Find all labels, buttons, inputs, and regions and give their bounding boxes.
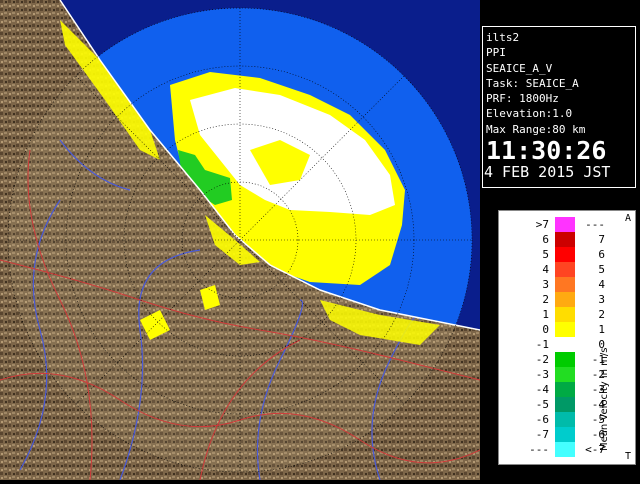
legend-label-left: 6	[542, 233, 549, 246]
legend-label-left: 4	[542, 263, 549, 276]
legend-label-left: -2	[535, 353, 549, 366]
legend-swatch	[555, 262, 575, 277]
task-volume: SEAICE_A_V	[486, 61, 553, 75]
legend-swatch	[555, 397, 575, 412]
legend-label-left: 3	[542, 278, 549, 291]
legend-label-left: -7	[535, 428, 549, 441]
scan-date: 4 FEB 2015 JST	[484, 163, 611, 182]
scan-type: PPI	[486, 46, 506, 60]
legend-label-left: -5	[535, 398, 549, 411]
legend-label-right: 3	[598, 293, 605, 306]
legend-swatch	[555, 292, 575, 307]
legend-swatch	[555, 412, 575, 427]
legend-swatches	[555, 217, 575, 457]
legend-swatch	[555, 307, 575, 322]
legend-bottom-marker: T	[624, 451, 631, 462]
legend-label-left: -6	[535, 413, 549, 426]
legend-label-left: 5	[542, 248, 549, 261]
scan-time: 11:30:26	[486, 136, 607, 166]
legend-label-right: ---	[585, 218, 605, 231]
legend-label-right: 2	[598, 308, 605, 321]
prf-label: PRF: 1800Hz	[486, 92, 559, 106]
legend-label-right: 7	[598, 233, 605, 246]
radar-map-canvas	[0, 0, 481, 480]
legend-swatch	[555, 352, 575, 367]
legend-swatch	[555, 217, 575, 232]
legend-swatch	[555, 367, 575, 382]
legend-label-right: 1	[598, 323, 605, 336]
legend-swatch	[555, 322, 575, 337]
legend-label-left: >7	[535, 218, 549, 231]
velocity-legend: A >7 --- 6 7 5 6 4 5 3 4 2 3 1 2 0 1 -1 0 -2 -1 -3 -2 -4 -3 -5 -4…	[498, 210, 636, 465]
legend-label-left: 2	[542, 293, 549, 306]
legend-swatch	[555, 382, 575, 397]
legend-swatch	[555, 232, 575, 247]
legend-label-right: 6	[598, 248, 605, 261]
legend-swatch	[555, 337, 575, 352]
legend-label-left: -4	[535, 383, 549, 396]
max-range-label: Max Range:80 km	[486, 122, 586, 136]
radar-name: ilts2	[486, 31, 520, 44]
legend-label-right: 4	[598, 278, 605, 291]
elevation-label: Elevation:1.0	[486, 107, 573, 121]
legend-title: Mean Velocity in m/s	[599, 347, 610, 451]
legend-label-right: 5	[598, 263, 605, 276]
legend-swatch	[555, 247, 575, 262]
legend-label-left: ---	[529, 443, 549, 456]
legend-swatch	[555, 442, 575, 457]
scan-info-box: ilts2 PPI SEAICE_A_V Task: SEAICE_A PRF:…	[482, 26, 636, 188]
legend-swatch	[555, 427, 575, 442]
legend-top-marker: A	[624, 213, 631, 224]
radar-ppi-map[interactable]	[0, 0, 481, 480]
legend-label-left: 0	[542, 323, 549, 336]
legend-label-left: -1	[535, 338, 549, 351]
task-label: Task: SEAICE_A	[486, 76, 579, 90]
info-panel: ilts2 PPI SEAICE_A_V Task: SEAICE_A PRF:…	[480, 0, 640, 480]
legend-label-left: -3	[535, 368, 549, 381]
legend-label-left: 1	[542, 308, 549, 321]
legend-swatch	[555, 277, 575, 292]
